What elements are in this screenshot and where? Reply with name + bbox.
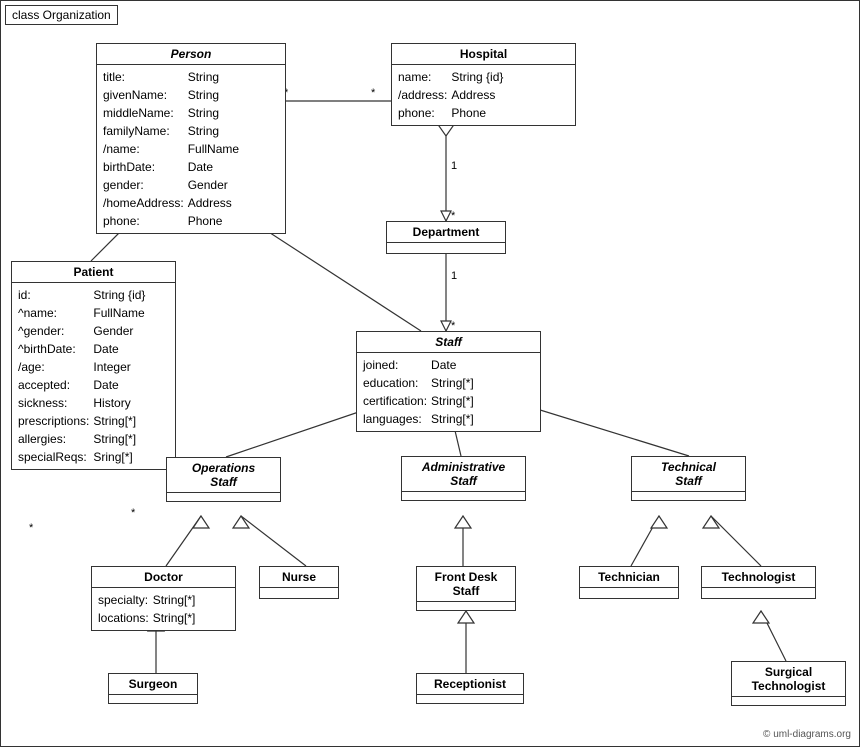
class-front-desk-header: Front Desk Staff — [417, 567, 515, 602]
diagram-title: class Organization — [5, 5, 118, 25]
class-technician-body — [580, 588, 678, 598]
class-doctor-header: Doctor — [92, 567, 235, 588]
class-admin-staff-header: Administrative Staff — [402, 457, 525, 492]
class-receptionist-header: Receptionist — [417, 674, 523, 695]
class-department: Department — [386, 221, 506, 254]
class-admin-staff: Administrative Staff — [401, 456, 526, 501]
class-operations-staff: Operations Staff — [166, 457, 281, 502]
class-technical-staff: Technical Staff — [631, 456, 746, 501]
class-surgical-tech-body — [732, 697, 845, 705]
class-technologist-header: Technologist — [702, 567, 815, 588]
class-receptionist-body — [417, 695, 523, 703]
class-surgeon: Surgeon — [108, 673, 198, 704]
class-admin-staff-body — [402, 492, 525, 500]
class-person-body: title:String givenName:String middleName… — [97, 65, 285, 233]
copyright-text: © uml-diagrams.org — [763, 729, 851, 740]
class-patient: Patient id:String {id} ^name:FullName ^g… — [11, 261, 176, 470]
class-staff-header: Staff — [357, 332, 540, 353]
svg-text:1: 1 — [451, 270, 457, 282]
class-surgeon-body — [109, 695, 197, 703]
class-receptionist: Receptionist — [416, 673, 524, 704]
class-person: Person title:String givenName:String mid… — [96, 43, 286, 234]
svg-text:*: * — [131, 507, 136, 519]
class-surgeon-header: Surgeon — [109, 674, 197, 695]
class-technologist: Technologist — [701, 566, 816, 599]
class-department-header: Department — [387, 222, 505, 243]
class-front-desk: Front Desk Staff — [416, 566, 516, 611]
class-operations-staff-header: Operations Staff — [167, 458, 280, 493]
class-staff-body: joined:Date education:String[*] certific… — [357, 353, 540, 431]
class-nurse: Nurse — [259, 566, 339, 599]
class-surgical-tech: Surgical Technologist — [731, 661, 846, 706]
class-patient-body: id:String {id} ^name:FullName ^gender:Ge… — [12, 283, 175, 469]
class-patient-header: Patient — [12, 262, 175, 283]
diagram-container: class Organization * * 1 * 1 * — [0, 0, 860, 747]
class-person-header: Person — [97, 44, 285, 65]
class-technical-staff-body — [632, 492, 745, 500]
class-doctor-body: specialty:String[*] locations:String[*] — [92, 588, 235, 630]
class-staff: Staff joined:Date education:String[*] ce… — [356, 331, 541, 432]
class-technologist-body — [702, 588, 815, 598]
class-operations-staff-body — [167, 493, 280, 501]
class-nurse-body — [260, 588, 338, 598]
class-hospital: Hospital name:String {id} /address:Addre… — [391, 43, 576, 126]
class-hospital-body: name:String {id} /address:Address phone:… — [392, 65, 575, 125]
class-technician: Technician — [579, 566, 679, 599]
class-department-body — [387, 243, 505, 253]
class-front-desk-body — [417, 602, 515, 610]
svg-text:1: 1 — [451, 160, 457, 172]
class-technician-header: Technician — [580, 567, 678, 588]
svg-text:*: * — [371, 87, 376, 99]
class-technical-staff-header: Technical Staff — [632, 457, 745, 492]
class-doctor: Doctor specialty:String[*] locations:Str… — [91, 566, 236, 631]
class-surgical-tech-header: Surgical Technologist — [732, 662, 845, 697]
class-nurse-header: Nurse — [260, 567, 338, 588]
class-hospital-header: Hospital — [392, 44, 575, 65]
svg-text:*: * — [29, 522, 34, 534]
